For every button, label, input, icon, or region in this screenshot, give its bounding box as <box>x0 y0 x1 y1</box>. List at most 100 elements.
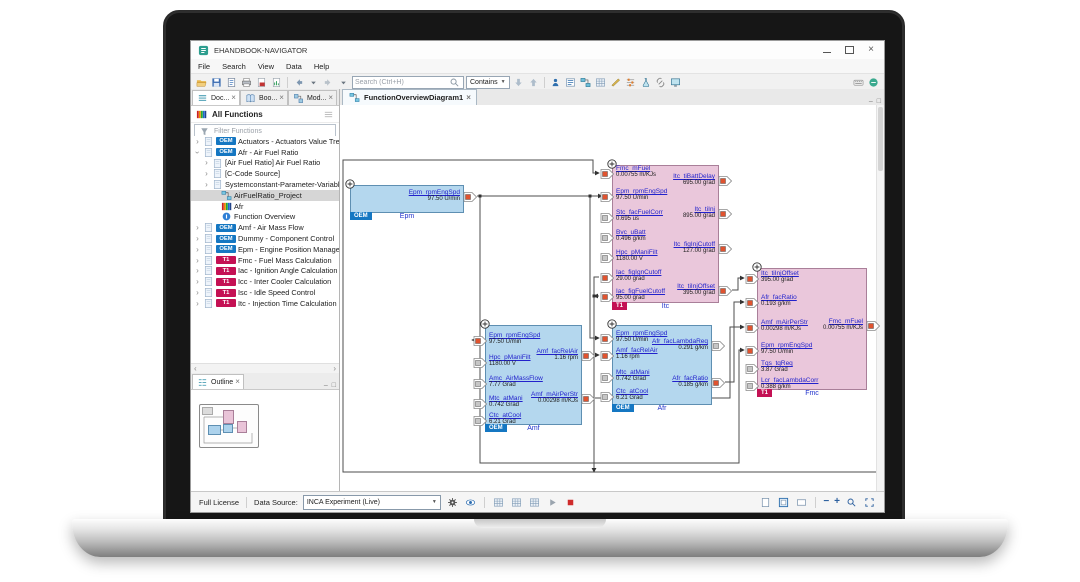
signal-link[interactable]: Afr_facRatio <box>761 294 797 301</box>
expand-icon[interactable] <box>480 319 490 329</box>
expand-icon[interactable] <box>345 179 355 189</box>
port-in-iac_figfuelcutoff[interactable] <box>600 292 614 302</box>
tab-function-overview-diagram[interactable]: FunctionOverviewDiagram1 × <box>342 89 477 105</box>
port-in-epm_rpmengspd[interactable] <box>473 336 487 346</box>
zoom-level-button[interactable] <box>845 496 858 508</box>
expander-icon[interactable]: › <box>194 288 201 297</box>
caret-down-icon[interactable] <box>337 76 350 88</box>
back-icon[interactable] <box>292 76 305 88</box>
tree-item[interactable]: ›OEMDummy - Component Control <box>191 233 339 244</box>
port-in-amc_airmassflow[interactable] <box>473 379 487 389</box>
expander-icon[interactable]: › <box>194 277 201 286</box>
signal-link[interactable]: Epm_rpmEngSpd <box>761 342 812 349</box>
tree-item[interactable]: Afr <box>191 201 339 212</box>
function-list-icon[interactable] <box>564 76 577 88</box>
port-in-tqs_tqreq[interactable] <box>745 364 759 374</box>
open-icon[interactable] <box>195 76 208 88</box>
port-in-amf_mairperstr[interactable] <box>745 323 759 333</box>
link-icon[interactable] <box>654 76 667 88</box>
table-view-button-1[interactable] <box>492 496 505 508</box>
port-in-hpc_pmanifilt[interactable] <box>600 253 614 263</box>
tree-item[interactable]: ›T1Fmc - Fuel Mass Calculation <box>191 255 339 266</box>
signal-link[interactable]: Epm_rpmEngSpd <box>616 188 667 195</box>
signal-link[interactable]: Fmc_mFuel <box>823 318 863 325</box>
port-in-itc_tiinjoffset[interactable] <box>745 274 759 284</box>
port-in-fmc_mfuel[interactable] <box>600 169 614 179</box>
signal-link[interactable]: Tqs_tqReq <box>761 360 793 367</box>
export-icon[interactable] <box>255 76 268 88</box>
tree-item[interactable]: ›T1Iac - Ignition Angle Calculation <box>191 266 339 277</box>
signal-link[interactable]: Itc_figInjCutoff <box>674 241 715 248</box>
tab-close-icon[interactable]: × <box>231 95 236 101</box>
port-in-ctc_atcool[interactable] <box>600 392 614 402</box>
measurement-icon[interactable] <box>609 76 622 88</box>
zoom-in-button[interactable]: + <box>834 497 840 507</box>
etas-icon[interactable] <box>867 76 880 88</box>
port-in-amf_facrelair[interactable] <box>600 351 614 361</box>
signal-link[interactable]: Epm_rpmEngSpd <box>489 332 540 339</box>
close-button[interactable]: × <box>868 46 874 54</box>
expander-icon[interactable]: › <box>194 234 201 243</box>
tree-item[interactable]: AirFuelRatio_Project <box>191 190 339 201</box>
signal-link[interactable]: Lcr_facLambdaCorr <box>761 377 818 384</box>
port-in-mtc_atmani[interactable] <box>473 399 487 409</box>
expander-icon[interactable]: › <box>194 137 201 146</box>
forward-icon[interactable] <box>322 76 335 88</box>
view-menu-icon[interactable] <box>322 108 335 120</box>
signal-link[interactable]: Mtc_atMani <box>616 369 650 376</box>
maximize-button[interactable] <box>845 46 854 54</box>
expand-icon[interactable] <box>607 319 617 329</box>
stop-button[interactable] <box>564 496 577 508</box>
signal-link[interactable]: Itc_tiBattDelay <box>673 173 715 180</box>
print-icon[interactable] <box>240 76 253 88</box>
tree-item[interactable]: ›[C-Code Source] <box>191 168 339 179</box>
open-diagram-icon[interactable] <box>579 76 592 88</box>
port-in-bvc_ubatt[interactable] <box>600 233 614 243</box>
arrow-down-icon[interactable] <box>512 76 525 88</box>
port-in-iac_figigncutoff[interactable] <box>600 273 614 283</box>
menu-item-view[interactable]: View <box>258 62 274 71</box>
expander-icon[interactable]: › <box>194 223 201 232</box>
expander-icon[interactable]: › <box>194 299 201 308</box>
port-out-afr_facratio[interactable] <box>711 378 725 388</box>
diagram-minimap[interactable] <box>199 404 259 448</box>
tree-item[interactable]: ›OEMAmf - Air Mass Flow <box>191 222 339 233</box>
tab-boo[interactable]: Boo...× <box>240 90 288 105</box>
play-button[interactable] <box>546 496 559 508</box>
diagram-canvas[interactable]: Epm_rpmEngSpd97.50 U/minOEMEpmFmc_mFuel0… <box>340 105 884 491</box>
port-in-epm_rpmengspd[interactable] <box>600 334 614 344</box>
tab-close-icon[interactable]: × <box>279 95 284 101</box>
tree-item[interactable]: ›OEMEpm - Engine Position Managem <box>191 244 339 255</box>
port-out-itc_tiinj[interactable] <box>718 209 732 219</box>
expander-icon[interactable]: › <box>194 266 201 275</box>
tree-item[interactable]: ›Systemconstant-Parameter-Variable-C <box>191 179 339 190</box>
calibration-icon[interactable] <box>624 76 637 88</box>
minimize-editor-icon[interactable]: ‒ <box>869 98 873 105</box>
expander-icon[interactable]: › <box>193 149 202 156</box>
signal-link[interactable]: Amc_AirMassFlow <box>489 375 543 382</box>
tab-close-icon[interactable]: × <box>328 95 333 101</box>
outline-close-icon[interactable]: × <box>235 379 240 385</box>
signal-link[interactable]: Fmc_mFuel <box>616 165 656 172</box>
signal-link[interactable]: Hpc_pManiFilt <box>489 354 531 361</box>
expander-icon[interactable]: › <box>203 180 210 189</box>
tree-item[interactable]: ›T1Icc - Inter Cooler Calculation <box>191 276 339 287</box>
scroll-right-icon[interactable]: › <box>333 366 336 372</box>
port-out-epm_rpmengspd[interactable] <box>463 192 477 202</box>
navigator-icon[interactable] <box>549 76 562 88</box>
fit-to-screen-button[interactable] <box>863 496 876 508</box>
port-in-mtc_atmani[interactable] <box>600 373 614 383</box>
zoom-out-button[interactable]: − <box>823 497 829 507</box>
signal-link[interactable]: Amf_mAirPerStr <box>761 319 808 326</box>
editor-tab-close-icon[interactable]: × <box>466 95 471 101</box>
port-out-itc_tibattdelay[interactable] <box>718 176 732 186</box>
port-out-amf_facrelair[interactable] <box>581 351 595 361</box>
menu-item-help[interactable]: Help <box>314 62 329 71</box>
signal-link[interactable]: Ctc_atCool <box>489 412 521 419</box>
save-icon[interactable] <box>210 76 223 88</box>
tab-outline[interactable]: Outline × <box>192 374 244 389</box>
expander-icon[interactable]: › <box>203 169 210 178</box>
port-out-fmc_mfuel[interactable] <box>866 321 880 331</box>
tab-doc[interactable]: Doc...× <box>192 90 240 105</box>
block-afr[interactable]: Epm_rpmEngSpd97.50 U/minAmf_facRelAir1.1… <box>612 325 712 405</box>
